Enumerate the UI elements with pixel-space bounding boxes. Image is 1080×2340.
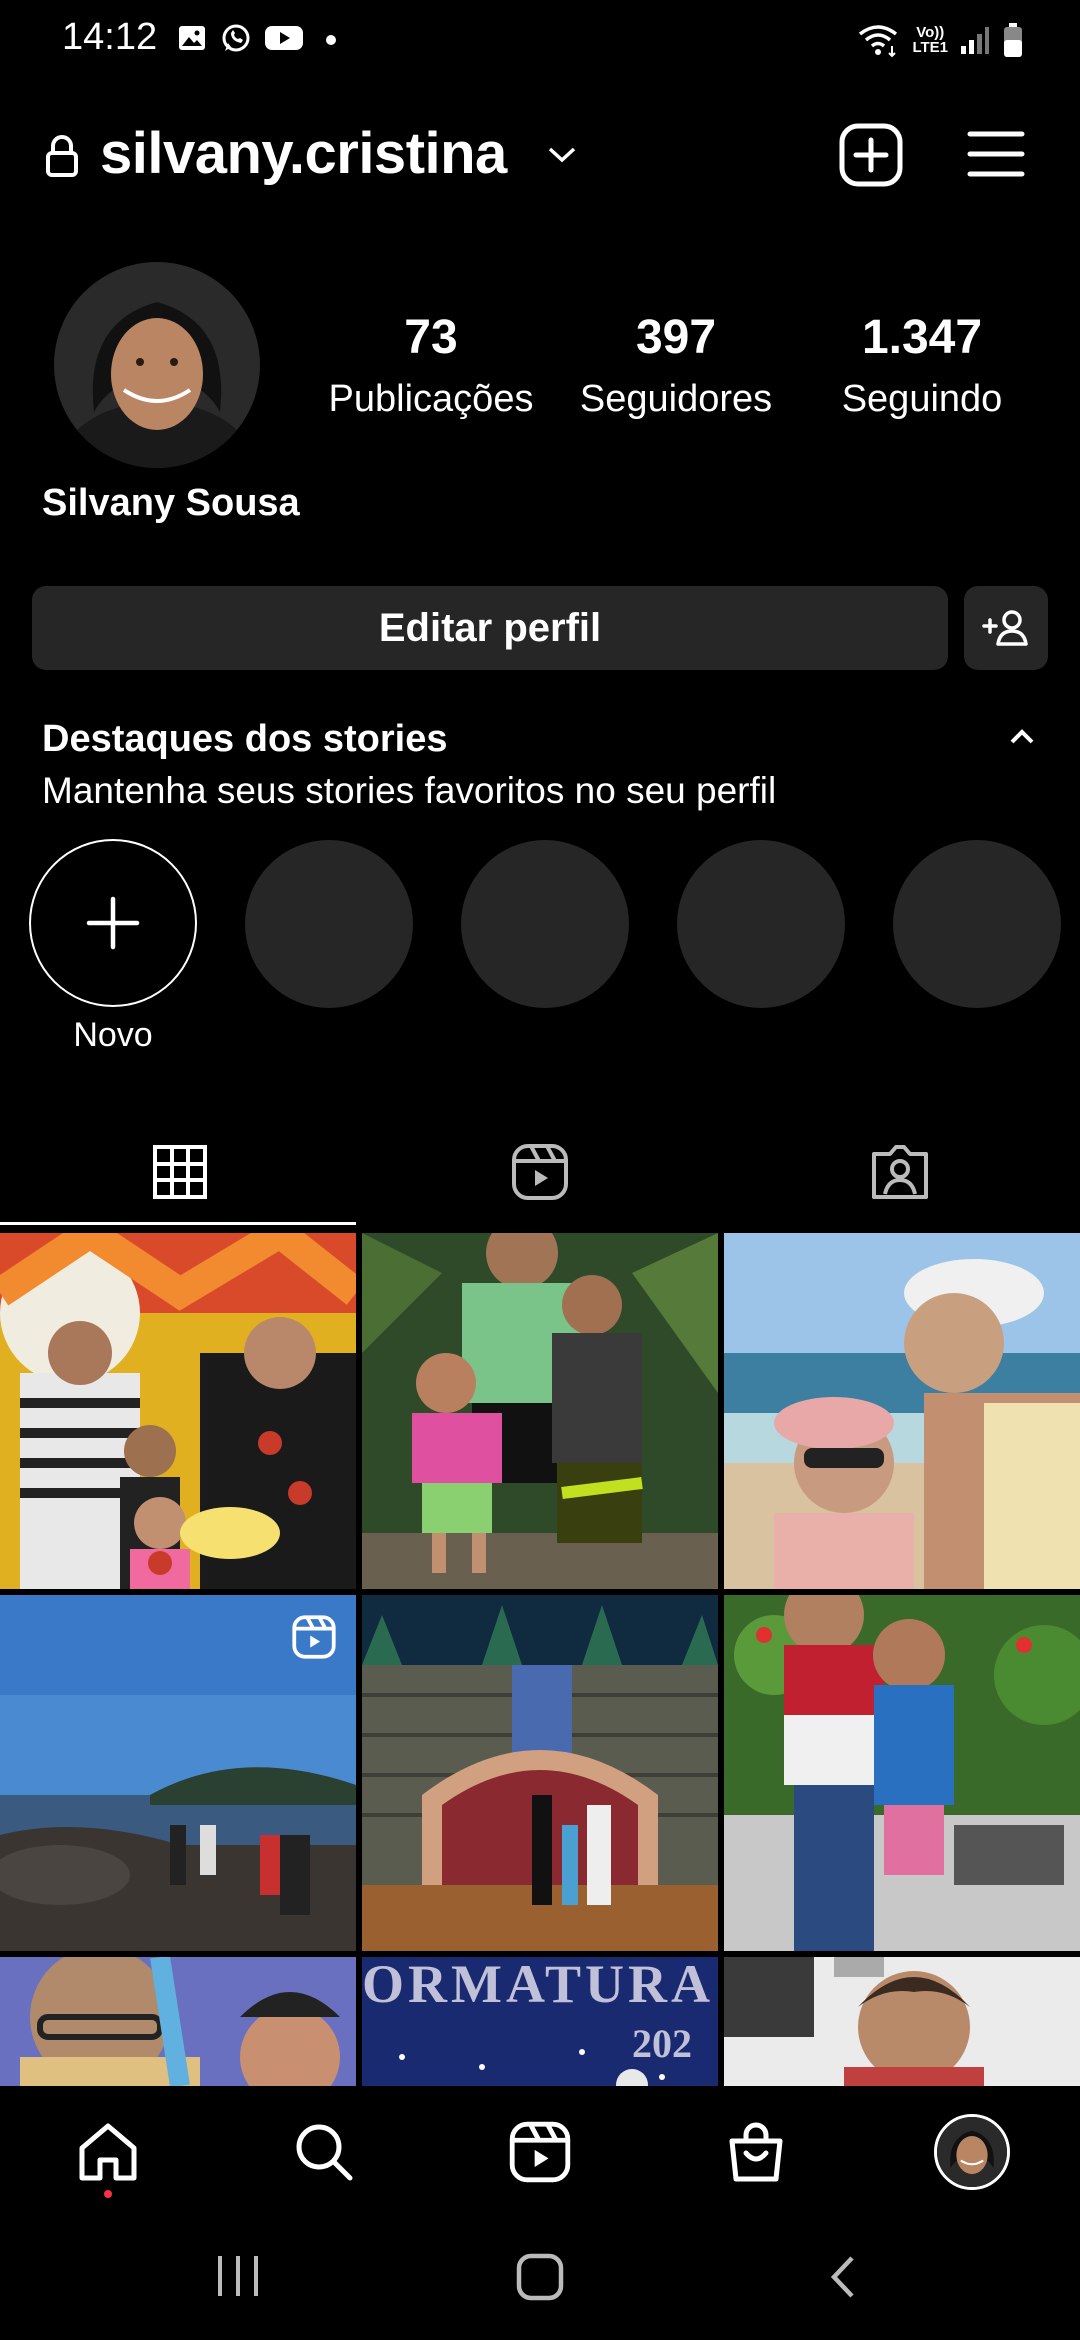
post-thumbnail[interactable] bbox=[0, 1233, 356, 1589]
post-image bbox=[0, 1957, 356, 2086]
nav-search[interactable] bbox=[274, 2102, 374, 2202]
dot-icon bbox=[326, 35, 336, 45]
stat-following[interactable]: 1.347 Seguindo bbox=[822, 310, 1022, 424]
stat-posts-value: 73 bbox=[404, 311, 458, 364]
shop-icon bbox=[729, 2122, 783, 2182]
nav-home[interactable] bbox=[58, 2102, 158, 2202]
stat-following-value: 1.347 bbox=[861, 311, 983, 364]
plus-icon bbox=[86, 896, 140, 950]
post-image bbox=[724, 1233, 1080, 1589]
discover-people-button[interactable] bbox=[964, 586, 1048, 670]
post-thumbnail[interactable] bbox=[362, 1233, 718, 1589]
avatar-photo bbox=[54, 262, 260, 468]
volte-line1: Vo)) bbox=[916, 24, 945, 41]
notification-dot bbox=[104, 2190, 112, 2198]
post-thumbnail[interactable] bbox=[0, 1595, 356, 1951]
status-right: Vo)) LTE1 bbox=[856, 20, 1024, 60]
menu-button[interactable] bbox=[966, 126, 1026, 182]
stat-followers[interactable]: 397 Seguidores bbox=[570, 310, 782, 424]
chevron-down-icon[interactable] bbox=[547, 145, 577, 165]
tab-posts-grid[interactable] bbox=[0, 1120, 360, 1224]
post-image bbox=[362, 1233, 718, 1589]
stat-posts-label: Publicações bbox=[328, 378, 534, 420]
profile-avatar bbox=[934, 2114, 1010, 2190]
recent-apps-icon[interactable] bbox=[214, 2254, 262, 2298]
highlight-placeholder bbox=[245, 840, 413, 1008]
whatsapp-icon bbox=[222, 24, 250, 52]
chevron-up-icon[interactable] bbox=[1006, 726, 1038, 748]
svg-text:ORMATURA: ORMATURA bbox=[362, 1957, 714, 2014]
reel-badge-icon bbox=[292, 1615, 336, 1659]
avatar[interactable] bbox=[54, 262, 260, 468]
reels-icon bbox=[512, 1144, 568, 1200]
stat-followers-label: Seguidores bbox=[579, 378, 773, 420]
post-image bbox=[362, 1595, 718, 1951]
volte-line2: LTE1 bbox=[912, 39, 948, 56]
nav-shop[interactable] bbox=[706, 2102, 806, 2202]
highlight-placeholder bbox=[677, 840, 845, 1008]
bottom-nav bbox=[0, 2086, 1080, 2220]
back-icon[interactable] bbox=[828, 2254, 858, 2300]
nav-profile[interactable] bbox=[922, 2102, 1022, 2202]
display-name: Silvany Sousa bbox=[42, 482, 300, 524]
nav-reels[interactable] bbox=[490, 2102, 590, 2202]
search-icon bbox=[296, 2124, 353, 2181]
highlights-title: Destaques dos stories bbox=[42, 718, 448, 760]
edit-profile-button[interactable]: Editar perfil bbox=[32, 586, 948, 670]
new-post-button[interactable] bbox=[838, 122, 904, 188]
lock-icon bbox=[46, 135, 78, 177]
post-image bbox=[0, 1233, 356, 1589]
post-image: ORMATURA 202 bbox=[362, 1957, 718, 2086]
stat-following-label: Seguindo bbox=[841, 378, 1003, 420]
system-nav bbox=[0, 2220, 1080, 2340]
status-time: 14:12 bbox=[62, 16, 158, 58]
new-highlight-button[interactable] bbox=[29, 839, 197, 1007]
post-thumbnail[interactable] bbox=[724, 1957, 1080, 2086]
svg-text:202: 202 bbox=[632, 2021, 692, 2066]
home-system-icon[interactable] bbox=[515, 2252, 565, 2302]
signal-icon bbox=[961, 27, 989, 54]
gallery-icon bbox=[179, 26, 205, 50]
account-username[interactable]: silvany.cristina bbox=[100, 120, 507, 187]
tagged-icon bbox=[872, 1145, 928, 1199]
new-highlight-label: Novo bbox=[73, 1016, 153, 1054]
volte-icon: Vo)) LTE1 bbox=[912, 25, 948, 55]
stat-posts[interactable]: 73 Publicações bbox=[322, 310, 540, 424]
status-bar: 14:12 Vo)) LTE1 bbox=[0, 0, 1080, 80]
highlights-subtitle: Mantenha seus stories favoritos no seu p… bbox=[42, 770, 777, 811]
highlight-placeholder bbox=[893, 840, 1061, 1008]
active-tab-indicator bbox=[0, 1222, 356, 1225]
home-icon bbox=[79, 2123, 137, 2181]
battery-icon bbox=[1004, 23, 1022, 57]
tab-tagged[interactable] bbox=[720, 1120, 1080, 1224]
post-image bbox=[724, 1957, 1080, 2086]
grid-icon bbox=[153, 1145, 207, 1199]
tab-reels[interactable] bbox=[360, 1120, 720, 1224]
avatar-photo bbox=[937, 2117, 1007, 2187]
highlight-placeholder bbox=[461, 840, 629, 1008]
post-thumbnail[interactable]: ORMATURA 202 bbox=[362, 1957, 718, 2086]
post-thumbnail[interactable] bbox=[724, 1595, 1080, 1951]
post-thumbnail[interactable] bbox=[362, 1595, 718, 1951]
post-thumbnail[interactable] bbox=[0, 1957, 356, 2086]
post-image bbox=[724, 1595, 1080, 1951]
reels-icon bbox=[509, 2121, 571, 2183]
wifi-icon bbox=[859, 25, 898, 58]
post-thumbnail[interactable] bbox=[724, 1233, 1080, 1589]
add-person-icon bbox=[982, 610, 1028, 646]
youtube-icon bbox=[265, 26, 303, 50]
stat-followers-value: 397 bbox=[635, 311, 717, 364]
